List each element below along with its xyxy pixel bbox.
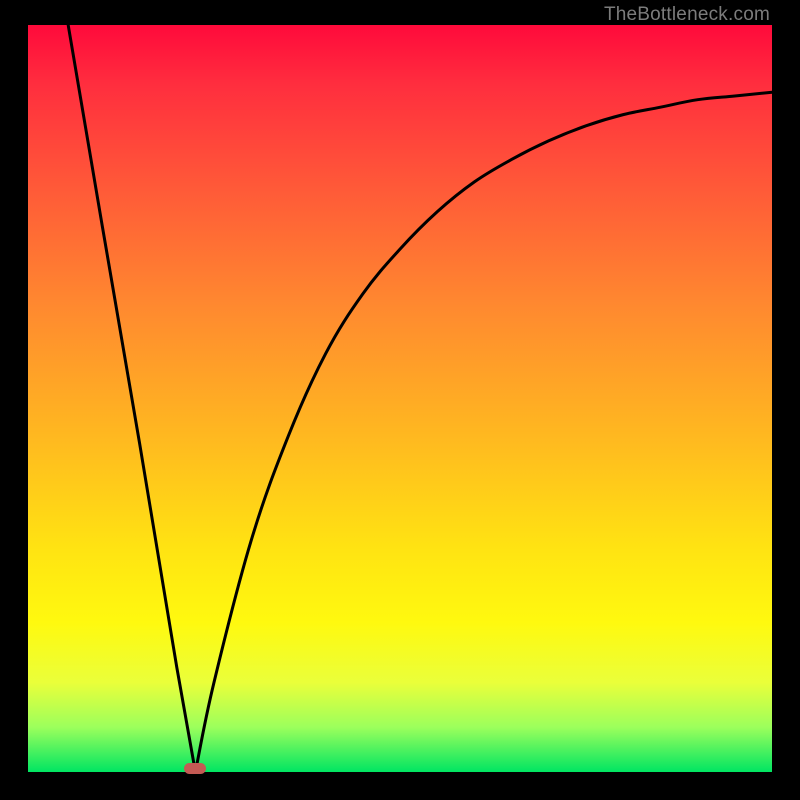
vertex-marker [184,763,206,774]
bottleneck-curve [28,25,772,772]
plot-area [28,25,772,772]
curve-left-branch [68,25,195,772]
attribution-text: TheBottleneck.com [604,4,770,26]
curve-right-branch [195,92,772,772]
outer-frame: TheBottleneck.com [0,0,800,800]
